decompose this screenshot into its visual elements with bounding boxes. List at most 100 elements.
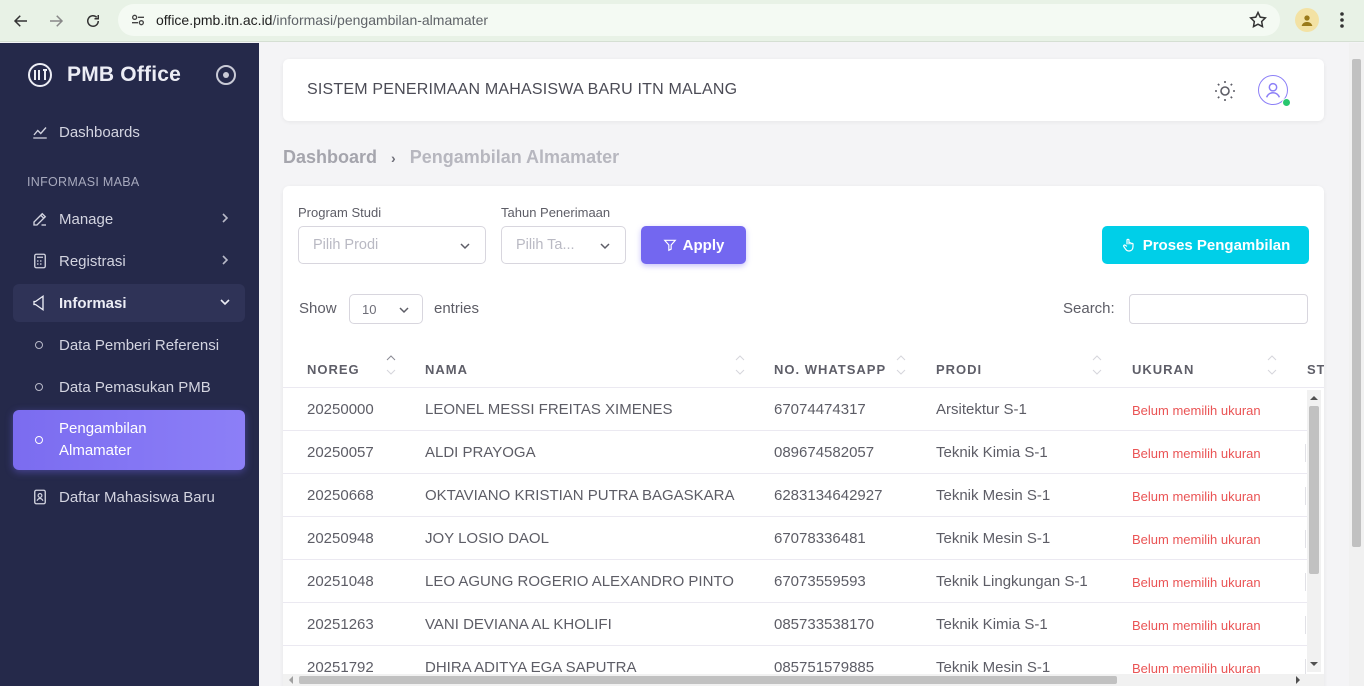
calculator-icon: [31, 252, 49, 270]
cell-prodi: Arsitektur S-1: [936, 401, 1027, 418]
entries-per-page-value: 10: [362, 301, 377, 317]
online-status-badge: [1282, 98, 1291, 107]
cell-whatsapp: 089674582057: [774, 444, 875, 461]
sidebar-item-pengambilan-almamater[interactable]: Pengambilan Almamater: [13, 410, 245, 470]
page-vertical-scrollbar[interactable]: [1349, 43, 1364, 686]
site-settings-icon[interactable]: [128, 10, 148, 30]
show-label: Show: [299, 300, 337, 317]
circle-icon: [35, 341, 43, 349]
column-header-status[interactable]: ST: [1307, 362, 1324, 377]
cell-noreg: 20250668: [307, 487, 374, 504]
user-icon: [1265, 82, 1281, 98]
sidebar-item-dashboards[interactable]: Dashboards: [13, 113, 245, 151]
proses-pengambilan-button[interactable]: Proses Pengambilan: [1102, 226, 1309, 264]
column-header-ukuran[interactable]: UKURAN: [1132, 362, 1194, 377]
column-header-prodi[interactable]: PRODI: [936, 362, 982, 377]
id-card-icon: [31, 488, 49, 506]
entries-label: entries: [434, 300, 480, 317]
tahun-penerimaan-select[interactable]: Pilih Ta...: [501, 226, 626, 264]
cell-noreg: 20250948: [307, 530, 374, 547]
cell-prodi: Teknik Kimia S-1: [936, 616, 1048, 633]
sidebar-item-data-pemberi-referensi[interactable]: Data Pemberi Referensi: [13, 326, 245, 364]
proses-pengambilan-label: Proses Pengambilan: [1142, 236, 1291, 254]
brand-name: PMB Office: [67, 63, 182, 86]
apply-button-label: Apply: [682, 236, 725, 254]
sun-icon[interactable]: [1213, 79, 1237, 103]
sidebar-item-label: Informasi: [59, 294, 127, 312]
cell-noreg: 20250057: [307, 444, 374, 461]
sidebar-item-label: Registrasi: [59, 252, 126, 270]
address-bar[interactable]: office.pmb.itn.ac.id/informasi/pengambil…: [118, 4, 1280, 36]
sidebar-item-label: Dashboards: [59, 123, 140, 141]
scroll-left-arrow-icon[interactable]: [287, 676, 295, 684]
table-horizontal-scroll-thumb[interactable]: [299, 676, 1117, 684]
cell-whatsapp: 67074474317: [774, 401, 866, 418]
cell-prodi: Teknik Mesin S-1: [936, 530, 1051, 547]
sidebar-item-registrasi[interactable]: Registrasi: [13, 242, 245, 280]
sort-icon: [1092, 355, 1102, 375]
forward-button[interactable]: [39, 4, 73, 38]
search-label: Search:: [1063, 300, 1115, 317]
table-row[interactable]: 20251263 VANI DEVIANA AL KHOLIFI 0857335…: [283, 603, 1307, 646]
page-scroll-thumb[interactable]: [1352, 59, 1361, 547]
table-vertical-scrollbar[interactable]: [1307, 390, 1321, 672]
program-studi-select[interactable]: Pilih Prodi: [298, 226, 486, 264]
url-host: office.pmb.itn.ac.id: [156, 12, 273, 28]
cell-ukuran: Belum memilih ukuran: [1132, 618, 1261, 633]
apply-button[interactable]: Apply: [641, 226, 746, 264]
avatar[interactable]: [1258, 75, 1291, 107]
cell-whatsapp: 085733538170: [774, 616, 875, 633]
brand[interactable]: PMB Office: [26, 61, 181, 89]
circle-icon: [35, 383, 43, 391]
arrow-right-icon: [50, 15, 64, 27]
column-header-whatsapp[interactable]: NO. WHATSAPP: [774, 362, 886, 377]
sidebar-item-label-line2: Almamater: [59, 442, 132, 459]
cell-noreg: 20250000: [307, 401, 374, 418]
sidebar-item-daftar-mahasiswa-baru[interactable]: Daftar Mahasiswa Baru: [13, 478, 245, 516]
sort-icon: [386, 355, 396, 375]
table-vertical-scroll-thumb[interactable]: [1309, 406, 1319, 574]
reload-button[interactable]: [76, 4, 110, 38]
tahun-penerimaan-placeholder: Pilih Ta...: [516, 237, 575, 253]
scroll-up-arrow-icon[interactable]: [1310, 394, 1318, 402]
search-input[interactable]: [1129, 294, 1308, 324]
sort-icon: [896, 355, 906, 375]
table-horizontal-scrollbar[interactable]: [283, 674, 1324, 686]
table-row[interactable]: 20250000 LEONEL MESSI FREITAS XIMENES 67…: [283, 388, 1307, 431]
table-row[interactable]: 20251048 LEO AGUNG ROGERIO ALEXANDRO PIN…: [283, 560, 1307, 603]
circle-icon: [35, 436, 43, 444]
sidebar-item-data-pemasukan-pmb[interactable]: Data Pemasukan PMB: [13, 368, 245, 406]
chevron-down-icon: [399, 307, 409, 314]
breadcrumb-dashboard-link[interactable]: Dashboard: [283, 147, 377, 168]
sidebar-toggle-icon[interactable]: [216, 65, 236, 85]
table-row[interactable]: 20250668 OKTAVIANO KRISTIAN PUTRA BAGASK…: [283, 474, 1307, 517]
column-header-nama[interactable]: NAMA: [425, 362, 468, 377]
chevron-right-icon: [222, 213, 229, 223]
table-row[interactable]: 20250948 JOY LOSIO DAOL 67078336481 Tekn…: [283, 517, 1307, 560]
entries-per-page-select[interactable]: 10: [349, 294, 423, 324]
tahun-penerimaan-label: Tahun Penerimaan: [501, 205, 611, 220]
chevron-right-icon: [222, 255, 229, 265]
table-header: NOREG NAMA NO. WHATSAPP PRODI UKURAN ST: [283, 344, 1324, 388]
bookmark-star-icon[interactable]: [1248, 10, 1268, 30]
chevron-down-icon: [220, 299, 230, 306]
browser-profile-icon[interactable]: [1295, 8, 1319, 32]
scroll-right-arrow-icon[interactable]: [1294, 676, 1302, 684]
sort-icon: [735, 355, 745, 375]
sidebar-item-label: Data Pemasukan PMB: [59, 378, 211, 396]
hand-click-icon: [1122, 238, 1134, 252]
edit-icon: [31, 210, 49, 228]
sidebar-item-label: Daftar Mahasiswa Baru: [59, 488, 215, 506]
cell-nama: LEO AGUNG ROGERIO ALEXANDRO PINTO: [425, 573, 734, 590]
breadcrumb: Dashboard › Pengambilan Almamater: [283, 147, 619, 168]
column-header-noreg[interactable]: NOREG: [307, 362, 360, 377]
table-row[interactable]: 20250057 ALDI PRAYOGA 089674582057 Tekni…: [283, 431, 1307, 474]
sidebar-item-informasi[interactable]: Informasi: [13, 284, 245, 322]
chevron-down-icon: [460, 243, 470, 250]
scroll-down-arrow-icon[interactable]: [1310, 660, 1318, 668]
sidebar-item-manage[interactable]: Manage: [13, 200, 245, 238]
browser-menu-icon[interactable]: [1332, 6, 1352, 34]
cell-ukuran: Belum memilih ukuran: [1132, 403, 1261, 418]
megaphone-icon: [31, 294, 49, 312]
back-button[interactable]: [4, 4, 38, 38]
